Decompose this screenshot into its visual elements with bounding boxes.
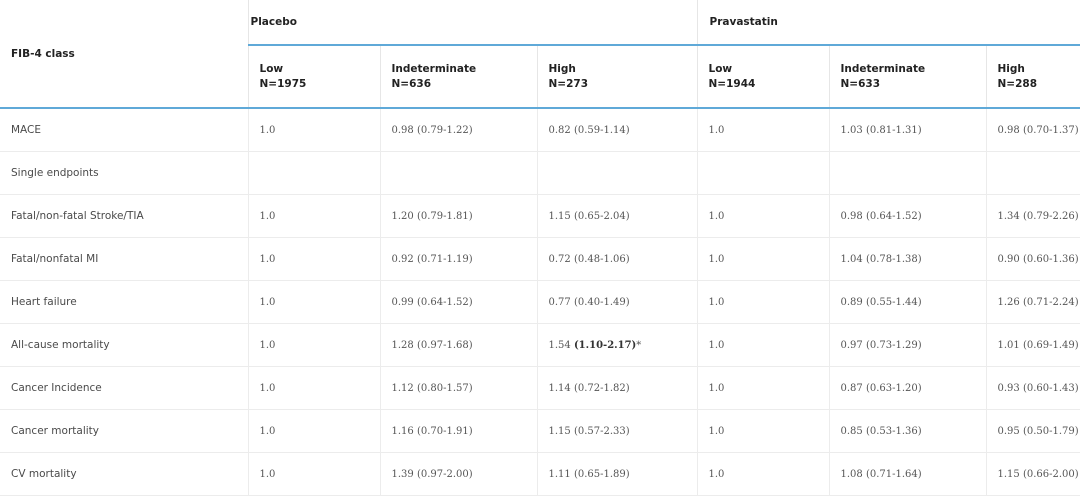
table-cell: 1.0 bbox=[696, 409, 830, 453]
table-cell: 1.20 (0.79-1.81) bbox=[379, 194, 537, 238]
group-header-row: FIB-4 class Placebo Pravastatin bbox=[0, 0, 1080, 109]
table-cell: 1.03 (0.81-1.31) bbox=[828, 108, 987, 152]
table-row: All-cause mortality 1.0 1.28 (0.97-1.68) 1.… bbox=[0, 323, 1080, 367]
table-cell: 1.12 (0.80-1.57) bbox=[379, 366, 537, 410]
subheader-placebo-high: High N=273 bbox=[536, 45, 698, 109]
table-row: CV mortality 1.0 1.39 (0.97-2.00) 1.11 (0.6… bbox=[0, 452, 1080, 496]
table-cell: 0.87 (0.63-1.20) bbox=[828, 366, 987, 410]
table-row: Fatal/non-fatal Stroke/TIA 1.0 1.20 (0.79-… bbox=[0, 194, 1080, 238]
table-cell bbox=[985, 151, 1080, 195]
table-cell: 0.72 (0.48-1.06) bbox=[536, 237, 698, 281]
table-cell: 1.0 bbox=[696, 452, 830, 496]
table-cell: 1.26 (0.71-2.24) bbox=[985, 280, 1080, 324]
table-cell: 1.28 (0.97-1.68) bbox=[379, 323, 537, 367]
table-cell: 0.82 (0.59-1.14) bbox=[536, 108, 698, 152]
cell-value: 1.54 bbox=[548, 339, 574, 351]
table-cell bbox=[248, 151, 380, 195]
table-cell: 1.0 bbox=[248, 194, 380, 238]
table-row: MACE 1.0 0.98 (0.79-1.22) 0.82 (0.59-1.14) 1… bbox=[0, 108, 1080, 152]
table-row: Heart failure 1.0 0.99 (0.64-1.52) 0.77 (0.… bbox=[0, 280, 1080, 324]
table-cell: 0.99 (0.64-1.52) bbox=[379, 280, 537, 324]
table-cell: 1.0 bbox=[696, 237, 830, 281]
table-body: MACE 1.0 0.98 (0.79-1.22) 0.82 (0.59-1.14) 1… bbox=[0, 108, 1080, 496]
table-cell: 1.0 bbox=[696, 323, 830, 367]
row-label: MACE bbox=[0, 108, 249, 152]
row-label: Cancer mortality bbox=[0, 409, 249, 453]
row-label: Single endpoints bbox=[0, 151, 249, 195]
table-cell: 0.77 (0.40-1.49) bbox=[536, 280, 698, 324]
table-cell: 1.0 bbox=[248, 452, 380, 496]
table-row: Single endpoints bbox=[0, 151, 1080, 195]
table-cell: 0.90 (0.60-1.36) bbox=[985, 237, 1080, 281]
table-cell: 1.11 (0.65-1.89) bbox=[536, 452, 698, 496]
table-cell: 1.15 (0.65-2.04) bbox=[536, 194, 698, 238]
table-cell bbox=[536, 151, 698, 195]
table-cell: 1.15 (0.66-2.00) bbox=[985, 452, 1080, 496]
table-cell: 0.93 (0.60-1.43) bbox=[985, 366, 1080, 410]
table-cell bbox=[828, 151, 987, 195]
table-cell: 1.39 (0.97-2.00) bbox=[379, 452, 537, 496]
table-cell: 0.85 (0.53-1.36) bbox=[828, 409, 987, 453]
table-cell: 1.14 (0.72-1.82) bbox=[536, 366, 698, 410]
table-cell: 1.01 (0.69-1.49) bbox=[985, 323, 1080, 367]
table-cell bbox=[696, 151, 830, 195]
group-header-placebo: Placebo bbox=[248, 0, 698, 46]
table-cell: 1.16 (0.70-1.91) bbox=[379, 409, 537, 453]
table-cell bbox=[379, 151, 537, 195]
table-row: Fatal/nonfatal MI 1.0 0.92 (0.71-1.19) 0.72… bbox=[0, 237, 1080, 281]
table-cell: 1.0 bbox=[696, 108, 830, 152]
table-cell: 0.89 (0.55-1.44) bbox=[828, 280, 987, 324]
significant-interval: (1.10-2.17) bbox=[573, 339, 637, 351]
row-label: Fatal/non-fatal Stroke/TIA bbox=[0, 194, 249, 238]
table-cell: 0.98 (0.64-1.52) bbox=[828, 194, 987, 238]
table-cell: 0.98 (0.70-1.37) bbox=[985, 108, 1080, 152]
table-cell: 1.08 (0.71-1.64) bbox=[828, 452, 987, 496]
table-row: Cancer Incidence 1.0 1.12 (0.80-1.57) 1.14 … bbox=[0, 366, 1080, 410]
table-cell: 1.0 bbox=[248, 280, 380, 324]
group-header-pravastatin: Pravastatin bbox=[696, 0, 1080, 46]
table-cell: 1.0 bbox=[696, 280, 830, 324]
subheader-pravastatin-high: High N=288 bbox=[985, 45, 1080, 109]
table-cell: 1.0 bbox=[248, 323, 380, 367]
table-cell: 1.0 bbox=[248, 409, 380, 453]
subheader-placebo-low: Low N=1975 bbox=[248, 45, 380, 109]
table-cell: 1.0 bbox=[696, 194, 830, 238]
table-cell: 0.97 (0.73-1.29) bbox=[828, 323, 987, 367]
table-cell: 1.0 bbox=[248, 366, 380, 410]
table-cell: 1.0 bbox=[248, 108, 380, 152]
row-label-header: FIB-4 class bbox=[0, 0, 249, 109]
table-cell: 1.04 (0.78-1.38) bbox=[828, 237, 987, 281]
row-label: Cancer Incidence bbox=[0, 366, 249, 410]
subheader-pravastatin-low: Low N=1944 bbox=[696, 45, 830, 109]
table-cell: 0.98 (0.79-1.22) bbox=[379, 108, 537, 152]
row-label: Heart failure bbox=[0, 280, 249, 324]
row-label: Fatal/nonfatal MI bbox=[0, 237, 249, 281]
row-label: All-cause mortality bbox=[0, 323, 249, 367]
table-row: Cancer mortality 1.0 1.16 (0.70-1.91) 1.15 … bbox=[0, 409, 1080, 453]
table-cell: 0.95 (0.50-1.79) bbox=[985, 409, 1080, 453]
table-cell: 0.92 (0.71-1.19) bbox=[379, 237, 537, 281]
row-label: CV mortality bbox=[0, 452, 249, 496]
table-cell: 1.54 (1.10-2.17)* bbox=[536, 323, 698, 367]
subheader-pravastatin-indeterminate: Indeterminate N=633 bbox=[828, 45, 987, 109]
table-cell: 1.0 bbox=[696, 366, 830, 410]
table-cell: 1.34 (0.79-2.26) bbox=[985, 194, 1080, 238]
fib4-results-table: FIB-4 class Placebo Pravastatin Low N=197… bbox=[0, 0, 1080, 496]
significance-marker: * bbox=[636, 339, 642, 351]
table-cell: 1.15 (0.57-2.33) bbox=[536, 409, 698, 453]
table-cell: 1.0 bbox=[248, 237, 380, 281]
subheader-placebo-indeterminate: Indeterminate N=636 bbox=[379, 45, 537, 109]
